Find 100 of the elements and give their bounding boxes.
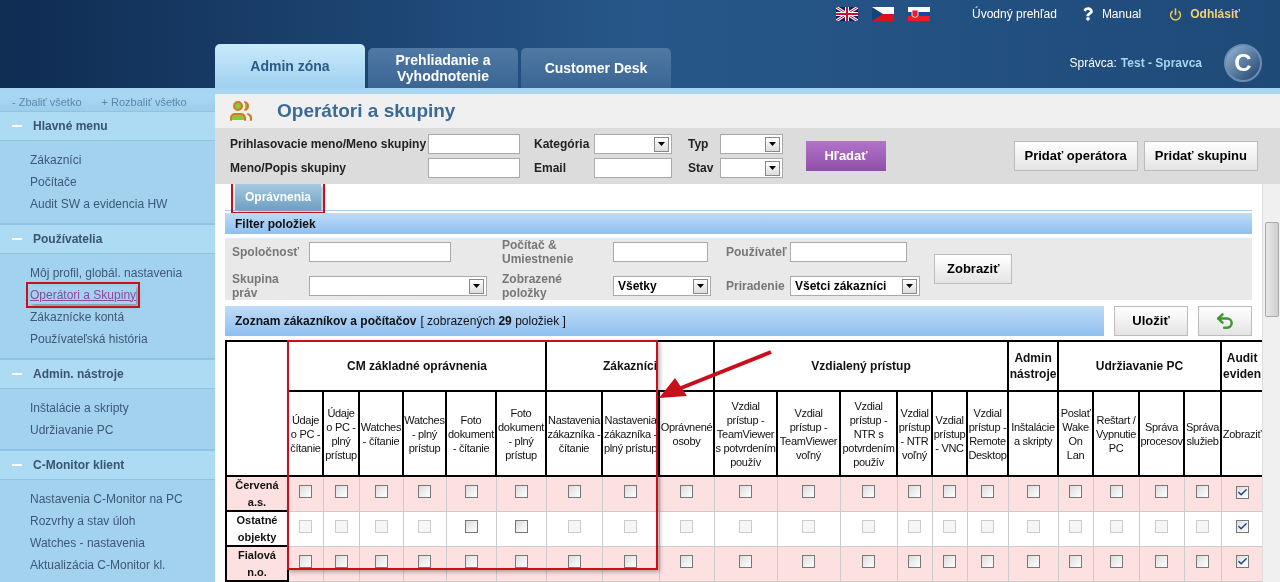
menu-section-header[interactable]: C-Monitor klient bbox=[0, 449, 215, 480]
menu-link[interactable]: Zákazníci bbox=[30, 150, 82, 169]
checkbox[interactable] bbox=[981, 485, 995, 498]
menu-link[interactable]: Udržiavanie PC bbox=[30, 420, 114, 439]
checkbox[interactable] bbox=[943, 485, 957, 498]
checkbox[interactable] bbox=[1235, 555, 1249, 569]
checkbox[interactable] bbox=[1235, 485, 1249, 499]
field-label: Používateľ bbox=[726, 245, 788, 259]
section-title: Admin. nástroje bbox=[33, 365, 124, 383]
checkbox[interactable] bbox=[908, 554, 922, 568]
logout-link[interactable]: Odhlásiť bbox=[1190, 5, 1240, 23]
menu-section-header[interactable]: Admin. nástroje bbox=[0, 358, 215, 389]
checkbox[interactable] bbox=[1155, 485, 1169, 498]
expand-all-link[interactable]: + Rozbaliť všetko bbox=[101, 94, 187, 111]
users-icon bbox=[229, 99, 253, 123]
checkbox[interactable] bbox=[943, 554, 957, 568]
checkbox[interactable] bbox=[567, 554, 581, 568]
add-button[interactable]: Pridať operátora bbox=[1013, 141, 1138, 171]
column-header: Watches - čítanie bbox=[360, 419, 402, 448]
nav-tab[interactable]: Customer Desk bbox=[521, 48, 671, 88]
menu-link[interactable]: Rozvrhy a stav úloh bbox=[30, 511, 136, 530]
input-field[interactable] bbox=[613, 242, 708, 262]
checkbox[interactable] bbox=[374, 485, 388, 498]
slovak-flag-icon[interactable] bbox=[908, 7, 930, 21]
checkbox[interactable] bbox=[1026, 554, 1040, 568]
menu-link[interactable]: Môj profil, globál. nastavenia bbox=[30, 263, 183, 282]
power-icon[interactable] bbox=[1169, 7, 1183, 21]
checkbox[interactable] bbox=[680, 554, 693, 568]
input-field[interactable] bbox=[428, 158, 520, 178]
checkbox[interactable] bbox=[1196, 554, 1210, 568]
collapse-all-link[interactable]: - Zbaliť všetko bbox=[12, 94, 82, 111]
checkbox[interactable] bbox=[802, 485, 816, 498]
column-header: Vzdial prístup - Remote Desktop bbox=[968, 405, 1008, 462]
checkbox[interactable] bbox=[1196, 485, 1210, 498]
menu-link[interactable]: Zákaznícke kontá bbox=[30, 307, 125, 326]
checkbox[interactable] bbox=[981, 554, 995, 568]
czech-flag-icon[interactable] bbox=[872, 7, 894, 21]
checkbox[interactable] bbox=[908, 485, 922, 498]
menu-link[interactable]: Watches - nastavenia bbox=[30, 533, 145, 552]
input-field[interactable] bbox=[309, 242, 451, 262]
column-header: Údaje o PC - plný prístup bbox=[324, 405, 358, 462]
checkbox[interactable] bbox=[464, 519, 478, 533]
undo-button[interactable] bbox=[1198, 306, 1252, 336]
checkbox[interactable] bbox=[567, 485, 581, 498]
scrollbar[interactable] bbox=[1262, 184, 1280, 582]
nav-tab[interactable]: Admin zóna bbox=[215, 44, 365, 88]
checkbox[interactable] bbox=[739, 485, 753, 498]
save-button[interactable]: Uložiť bbox=[1114, 306, 1188, 336]
checkbox[interactable] bbox=[1026, 485, 1040, 498]
section-title: Hlavné menu bbox=[33, 117, 108, 135]
menu-link[interactable]: Aktualizácia C-Monitor kl. bbox=[30, 555, 166, 574]
checkbox[interactable] bbox=[514, 554, 528, 568]
checkbox[interactable] bbox=[464, 485, 478, 498]
dropdown[interactable]: Všetci zákazníci bbox=[790, 276, 920, 296]
checkbox[interactable] bbox=[334, 554, 348, 568]
dropdown[interactable]: Všetky bbox=[613, 276, 711, 296]
menu-link[interactable]: Nastavenia C-Monitor na PC bbox=[30, 489, 183, 508]
nav-tab[interactable]: Prehliadanie a Vyhodnotenie bbox=[368, 48, 518, 88]
checkbox[interactable] bbox=[418, 485, 431, 498]
checkbox[interactable] bbox=[374, 554, 388, 568]
field-label: Prihlasovacie meno/Meno skupiny bbox=[230, 136, 428, 153]
menu-link[interactable]: Audit SW a evidencia HW bbox=[30, 194, 168, 213]
checkbox[interactable] bbox=[624, 554, 637, 568]
checkbox[interactable] bbox=[1069, 554, 1083, 568]
filter-header: Filter položiek bbox=[225, 213, 1252, 234]
row-header: Fialová n.o. bbox=[238, 549, 276, 578]
checkbox[interactable] bbox=[514, 485, 528, 498]
admin-label: Správca: bbox=[1069, 55, 1117, 72]
checkbox[interactable] bbox=[862, 485, 876, 498]
menu-link[interactable]: Inštalácie a skripty bbox=[30, 398, 129, 417]
checkbox[interactable] bbox=[514, 519, 528, 533]
checkbox[interactable] bbox=[802, 554, 816, 568]
input-field[interactable] bbox=[428, 134, 520, 154]
menu-section-header[interactable]: Hlavné menu bbox=[0, 110, 215, 141]
checkbox[interactable] bbox=[862, 554, 876, 568]
help-icon[interactable] bbox=[1082, 7, 1093, 21]
checkbox[interactable] bbox=[464, 554, 478, 568]
checkbox[interactable] bbox=[739, 554, 753, 568]
uk-flag-icon[interactable] bbox=[836, 7, 858, 21]
checkbox[interactable] bbox=[1155, 554, 1169, 568]
checkbox[interactable] bbox=[299, 554, 313, 568]
checkbox[interactable] bbox=[1069, 485, 1083, 498]
show-button[interactable]: Zobraziť bbox=[934, 254, 1013, 284]
checkbox[interactable] bbox=[624, 485, 637, 498]
menu-link[interactable]: Používateľská história bbox=[30, 329, 148, 348]
checkbox[interactable] bbox=[334, 485, 348, 498]
overview-link[interactable]: Úvodný prehľad bbox=[972, 5, 1057, 23]
checkbox[interactable] bbox=[1235, 520, 1249, 534]
search-button[interactable]: Hľadať bbox=[806, 141, 886, 171]
checkbox[interactable] bbox=[418, 554, 431, 568]
checkbox[interactable] bbox=[1109, 485, 1123, 498]
manual-link[interactable]: Manual bbox=[1101, 5, 1142, 23]
input-field[interactable] bbox=[594, 158, 672, 178]
input-field[interactable] bbox=[790, 242, 907, 262]
checkbox[interactable] bbox=[299, 485, 313, 498]
menu-link[interactable]: Počítače bbox=[30, 172, 77, 191]
checkbox[interactable] bbox=[680, 485, 693, 498]
menu-section-header[interactable]: Používatelia bbox=[0, 223, 215, 254]
checkbox[interactable] bbox=[1109, 554, 1123, 568]
add-button[interactable]: Pridať skupinu bbox=[1143, 141, 1258, 171]
